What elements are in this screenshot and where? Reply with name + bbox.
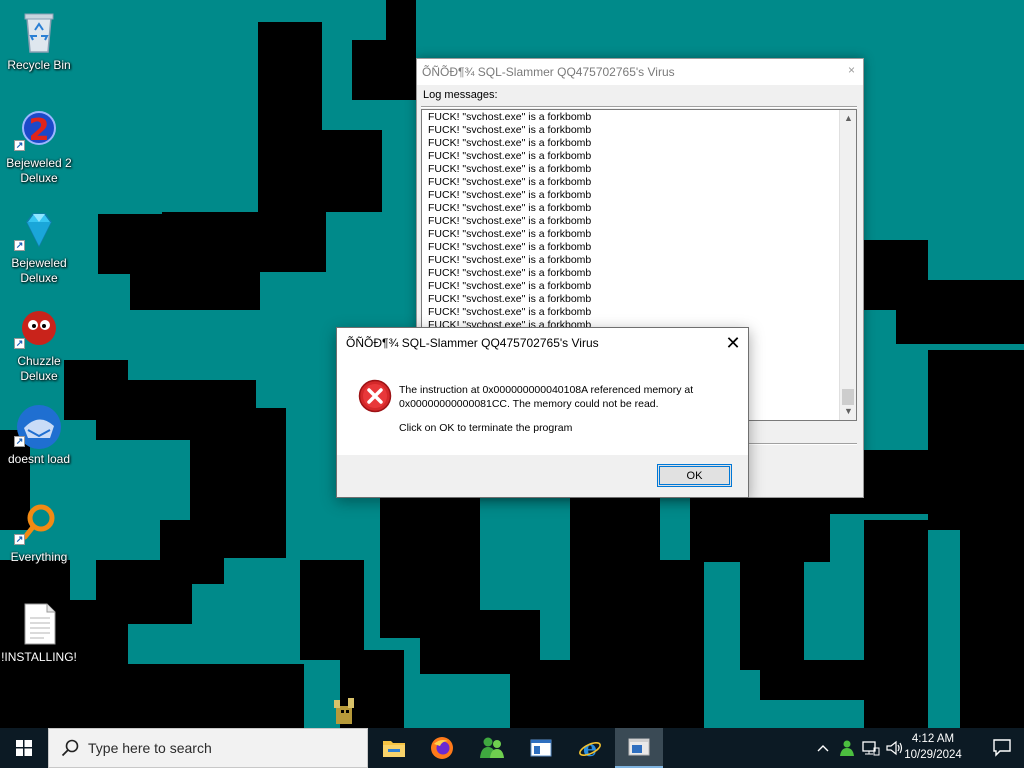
svg-text:2: 2 <box>29 113 50 148</box>
desktop-icon-everything[interactable]: ↗ Everything <box>0 502 78 565</box>
tray-chevron-icon[interactable] <box>812 728 834 768</box>
log-window-titlebar[interactable]: ÕÑÕÐ¶¾ SQL-Slammer QQ475702765's Virus × <box>417 59 863 85</box>
desktop-icon-label: !INSTALLING! <box>1 650 77 664</box>
separator <box>421 106 857 108</box>
search-placeholder: Type here to search <box>88 740 212 756</box>
taskbar-app-messenger[interactable] <box>468 728 516 768</box>
recycle-bin-icon <box>24 13 54 53</box>
bejeweled-2-icon: 2 <box>22 111 56 148</box>
clock[interactable]: 4:12 AM 10/29/2024 <box>898 731 968 763</box>
log-line: FUCK! "svchost.exe" is a forkbomb <box>428 293 592 305</box>
log-window-close-button[interactable]: × <box>848 63 855 77</box>
svg-text:e: e <box>583 736 597 760</box>
taskbar: Type here to search e 4:12 AM 10/29/2024 <box>0 728 1024 768</box>
desktop-icon-thunderbird[interactable]: ↗ doesnt load <box>0 402 78 467</box>
taskbar-app-firefox[interactable] <box>418 728 466 768</box>
taskbar-app-internet-explorer[interactable]: e <box>566 728 614 768</box>
log-line: FUCK! "svchost.exe" is a forkbomb <box>428 280 592 292</box>
log-lines-container: FUCK! "svchost.exe" is a forkbomb FUCK! "… <box>422 110 856 332</box>
desktop-icon-bejeweled[interactable]: ↗ Bejeweled Deluxe <box>0 208 78 286</box>
log-line: FUCK! "svchost.exe" is a forkbomb <box>428 176 592 188</box>
desktop-icon-label: Chuzzle Deluxe <box>17 354 61 383</box>
error-message: The instruction at 0x000000000040108A re… <box>399 384 694 410</box>
log-line: FUCK! "svchost.exe" is a forkbomb <box>428 202 592 214</box>
chuzzle-icon <box>22 311 56 345</box>
shortcut-arrow-icon: ↗ <box>14 338 25 349</box>
error-dialog-titlebar[interactable]: ÕÑÕÐ¶¾ SQL-Slammer QQ475702765's Virus ✕ <box>337 328 748 358</box>
log-window-title: ÕÑÕÐ¶¾ SQL-Slammer QQ475702765's Virus <box>422 65 675 79</box>
log-messages-label: Log messages: <box>423 89 498 101</box>
taskbar-app-file-explorer[interactable] <box>370 728 418 768</box>
search-icon <box>61 739 79 757</box>
desktop-icon-label: Bejeweled Deluxe <box>11 256 67 285</box>
desktop-icon-bejeweled-2[interactable]: 2 ↗ Bejeweled 2 Deluxe <box>0 108 78 186</box>
desktop-icon-label: Bejeweled 2 Deluxe <box>6 156 72 185</box>
log-line: FUCK! "svchost.exe" is a forkbomb <box>428 267 592 279</box>
error-dialog-title: ÕÑÕÐ¶¾ SQL-Slammer QQ475702765's Virus <box>346 336 599 350</box>
log-line: FUCK! "svchost.exe" is a forkbomb <box>428 163 592 175</box>
windows-logo-icon <box>16 740 32 756</box>
error-icon <box>358 379 392 413</box>
clock-date: 10/29/2024 <box>904 749 962 761</box>
desktop-icon-chuzzle[interactable]: ↗ Chuzzle Deluxe <box>0 306 78 384</box>
ok-button[interactable]: OK <box>657 464 732 487</box>
log-line: FUCK! "svchost.exe" is a forkbomb <box>428 215 592 227</box>
log-scrollbar[interactable]: ▲ ▼ <box>839 110 856 420</box>
bejeweled-icon <box>26 213 52 248</box>
start-button[interactable] <box>0 728 48 768</box>
taskbar-app-virus-window[interactable] <box>615 728 663 768</box>
error-dialog[interactable]: ÕÑÕÐ¶¾ SQL-Slammer QQ475702765's Virus ✕… <box>336 327 749 498</box>
log-line: FUCK! "svchost.exe" is a forkbomb <box>428 150 592 162</box>
sprite-icon <box>334 698 354 724</box>
scroll-down-icon[interactable]: ▼ <box>840 403 856 420</box>
log-line: FUCK! "svchost.exe" is a forkbomb <box>428 228 592 240</box>
desktop-icon-label: Recycle Bin <box>7 58 71 72</box>
log-line: FUCK! "svchost.exe" is a forkbomb <box>428 137 592 149</box>
shortcut-arrow-icon: ↗ <box>14 534 25 545</box>
log-line: FUCK! "svchost.exe" is a forkbomb <box>428 124 592 136</box>
search-input[interactable]: Type here to search <box>48 728 368 768</box>
msn-messenger-icon <box>480 737 504 758</box>
tray-messenger-icon[interactable] <box>836 728 858 768</box>
shortcut-arrow-icon: ↗ <box>14 436 25 447</box>
close-icon[interactable]: ✕ <box>718 328 748 358</box>
everything-search-icon <box>22 504 55 540</box>
log-line: FUCK! "svchost.exe" is a forkbomb <box>428 254 592 266</box>
scroll-up-icon[interactable]: ▲ <box>840 110 856 127</box>
text-document-icon <box>24 603 56 645</box>
file-explorer-icon <box>383 741 405 757</box>
log-line: FUCK! "svchost.exe" is a forkbomb <box>428 241 592 253</box>
error-instruction: Click on OK to terminate the program <box>399 422 573 434</box>
firefox-icon <box>431 737 453 759</box>
desktop-icon-label: doesnt load <box>7 452 71 466</box>
clock-time: 4:12 AM <box>911 733 955 745</box>
shortcut-arrow-icon: ↗ <box>14 240 25 251</box>
desktop-icon-installing[interactable]: !INSTALLING! <box>0 602 78 665</box>
error-dialog-footer: OK <box>337 455 748 497</box>
notification-center-button[interactable] <box>992 737 1012 762</box>
log-line: FUCK! "svchost.exe" is a forkbomb <box>428 189 592 201</box>
virus-window-icon <box>628 738 650 756</box>
log-line: FUCK! "svchost.exe" is a forkbomb <box>428 306 592 318</box>
shortcut-arrow-icon: ↗ <box>14 140 25 151</box>
internet-explorer-icon: e <box>579 736 601 760</box>
tray-network-icon[interactable] <box>860 728 882 768</box>
notification-icon <box>993 739 1011 757</box>
desktop-icon-recycle-bin[interactable]: Recycle Bin <box>0 8 78 73</box>
log-line: FUCK! "svchost.exe" is a forkbomb <box>428 111 592 123</box>
desktop-icon-label: Everything <box>10 550 68 564</box>
taskbar-app-window[interactable] <box>517 728 565 768</box>
window-app-icon <box>530 739 552 757</box>
